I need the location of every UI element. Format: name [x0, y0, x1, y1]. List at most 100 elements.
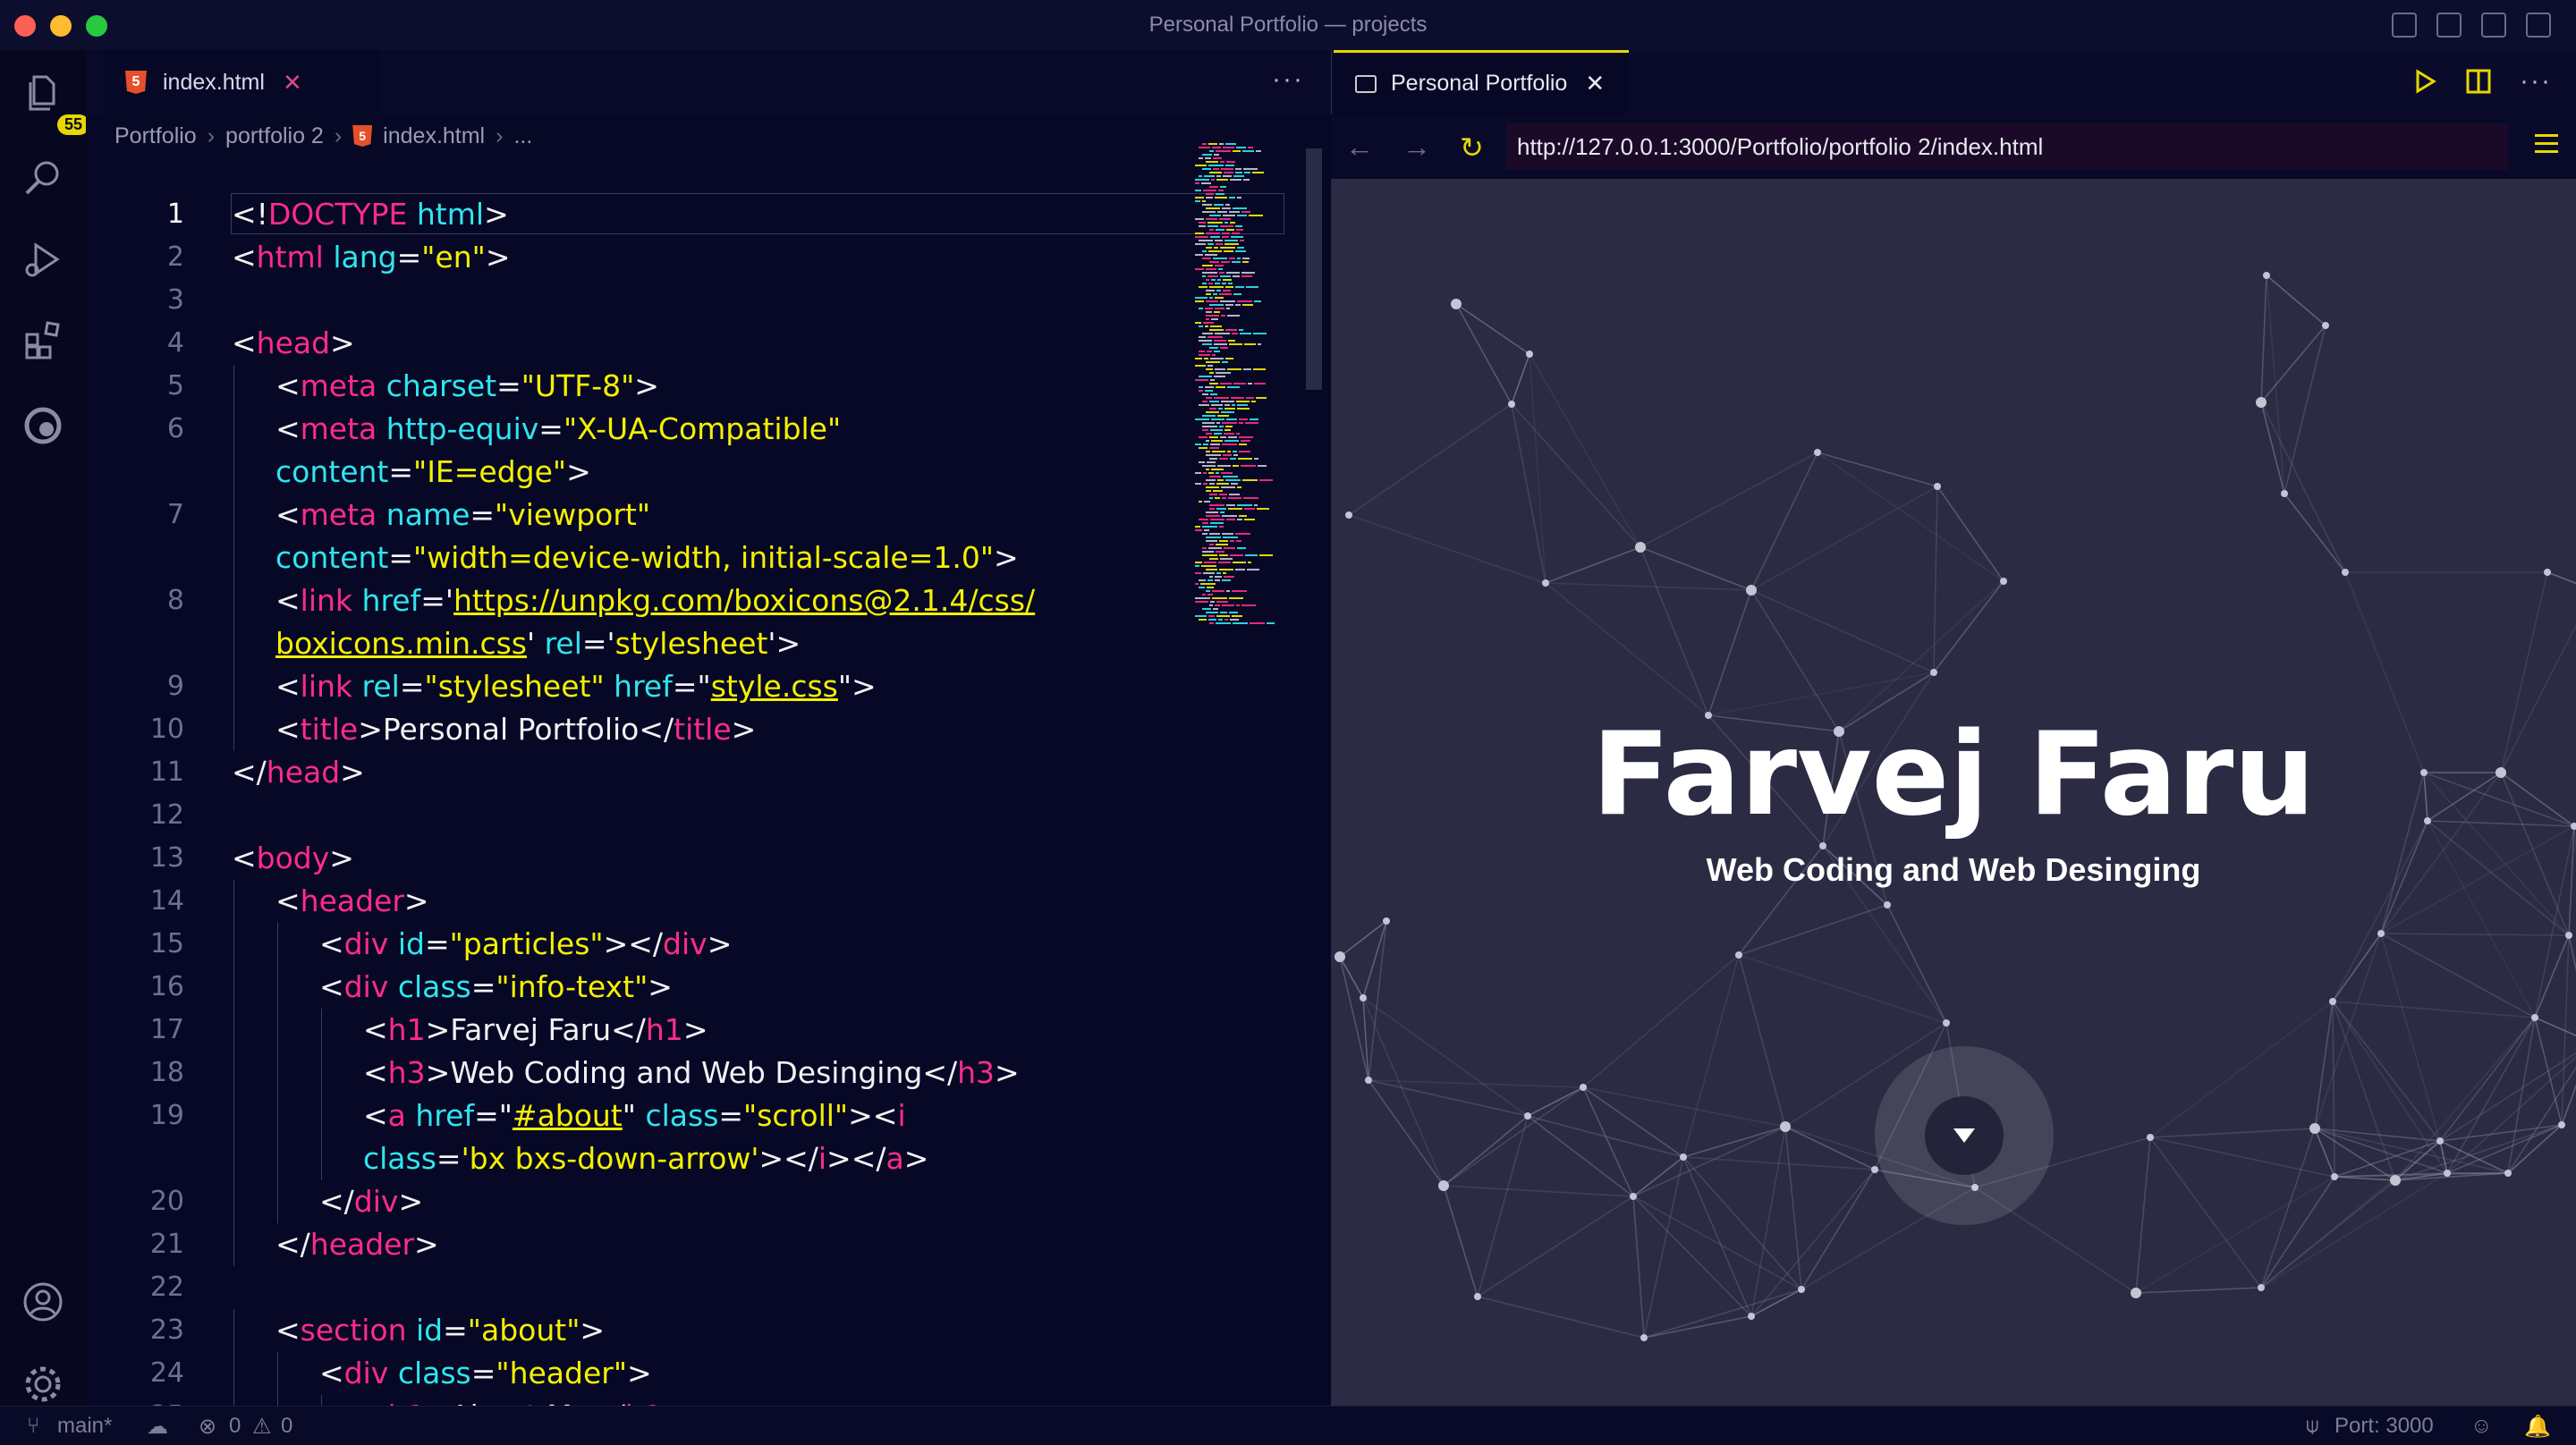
code-line[interactable]: 17 <h1>Farvej Faru</h1> — [86, 1009, 1195, 1052]
code-line[interactable]: class='bx bxs-down-arrow'></i></a> — [86, 1137, 1195, 1180]
error-count[interactable]: 0 — [229, 1414, 241, 1439]
breadcrumb: Portfolio › portfolio 2 › 5 index.html ›… — [114, 118, 532, 154]
code-line[interactable]: 19 <a href="#about" class="scroll"><i — [86, 1094, 1195, 1137]
hamburger-menu-icon[interactable] — [2535, 134, 2558, 158]
minimap-line — [1225, 426, 1233, 427]
browser-tab-label: Personal Portfolio — [1391, 71, 1568, 96]
code-line[interactable]: content="width=device-width, initial-sca… — [86, 537, 1195, 579]
code-line[interactable]: 15 <div id="particles"></div> — [86, 923, 1195, 966]
minimap-line — [1209, 483, 1215, 485]
sync-cloud-icon[interactable]: ☁ — [147, 1414, 168, 1440]
code-line[interactable]: boxicons.min.css' rel='stylesheet'> — [86, 622, 1195, 665]
code-line[interactable]: 24 <div class="header"> — [86, 1352, 1195, 1395]
code-line[interactable]: 18 <h3>Web Coding and Web Desinging</h3> — [86, 1052, 1195, 1094]
toggle-panel-icon[interactable] — [2436, 13, 2462, 38]
minimap-line — [1225, 204, 1230, 206]
code-line[interactable]: 7 <meta name="viewport" — [86, 494, 1195, 537]
minimap-line — [1206, 268, 1216, 270]
code-line[interactable]: 6 <meta http-equiv="X-UA-Compatible" — [86, 408, 1195, 451]
explorer-icon[interactable]: 55 — [21, 72, 90, 135]
editor-scrollbar[interactable] — [1306, 148, 1322, 390]
notifications-bell-icon[interactable]: 🔔 — [2524, 1414, 2551, 1440]
code-line[interactable]: 13 <body> — [86, 837, 1195, 880]
minimap-line — [1239, 329, 1243, 331]
code-line[interactable]: 11 </head> — [86, 751, 1195, 794]
tab-personal-portfolio[interactable]: Personal Portfolio ✕ — [1334, 50, 1629, 114]
minimap-line — [1210, 325, 1222, 327]
minimap-line — [1212, 147, 1221, 148]
extensions-icon[interactable] — [21, 318, 64, 361]
errors-icon[interactable]: ⊗ — [199, 1414, 216, 1440]
tab-index-html[interactable]: 5 index.html ✕ — [104, 50, 381, 114]
reload-icon[interactable]: ↻ — [1460, 131, 1484, 165]
branch-name[interactable]: main* — [57, 1414, 112, 1439]
minimap-line — [1215, 265, 1224, 266]
code-line[interactable]: 10 <title>Personal Portfolio</title> — [86, 708, 1195, 751]
settings-gear-icon[interactable] — [21, 1363, 64, 1406]
minimap-line — [1249, 215, 1263, 216]
code-line[interactable]: 16 <div class="info-text"> — [86, 966, 1195, 1009]
close-tab-icon[interactable]: ✕ — [283, 69, 302, 97]
indent-guide — [233, 365, 234, 408]
code-line[interactable]: 2 <html lang="en"> — [86, 236, 1195, 279]
address-input[interactable]: http://127.0.0.1:3000/Portfolio/portfoli… — [1506, 123, 2508, 170]
scroll-down-arrow-button[interactable] — [1925, 1096, 2004, 1175]
breadcrumb-item[interactable]: index.html — [383, 123, 485, 149]
split-editor-icon[interactable] — [2466, 69, 2491, 94]
edge-devtools-icon[interactable] — [21, 404, 64, 447]
more-actions-icon[interactable]: ··· — [2520, 66, 2552, 97]
code-line[interactable]: 1 <!DOCTYPE html> — [86, 193, 1284, 236]
code-line[interactable]: 5 <meta charset="UTF-8"> — [86, 365, 1195, 408]
code-line[interactable]: 4 <head> — [86, 322, 1195, 365]
minimap-line — [1225, 329, 1237, 331]
close-tab-icon[interactable]: ✕ — [1585, 70, 1605, 97]
code-line[interactable]: 20 </div> — [86, 1180, 1195, 1223]
minimap-line — [1217, 415, 1229, 417]
minimap-line — [1212, 590, 1224, 592]
code-area[interactable]: 1 <!DOCTYPE html> 2 <html lang="en"> 3 4 <head… — [86, 193, 1284, 1438]
code-line[interactable]: content="IE=edge"> — [86, 451, 1195, 494]
minimap-line — [1230, 554, 1243, 556]
minimap-line — [1244, 343, 1256, 345]
minimap-line — [1219, 526, 1224, 528]
minimap-line — [1214, 311, 1220, 313]
warning-count[interactable]: 0 — [281, 1414, 292, 1439]
particle-link — [1455, 303, 1513, 405]
code-line[interactable]: 22 — [86, 1266, 1195, 1309]
toggle-sidebar-icon[interactable] — [2392, 13, 2417, 38]
breadcrumb-item[interactable]: Portfolio — [114, 123, 197, 149]
code-line[interactable]: 9 <link rel="stylesheet" href="style.css"… — [86, 665, 1195, 708]
minimap-line — [1210, 522, 1224, 524]
explorer-badge: 55 — [57, 114, 90, 135]
customize-layout-icon[interactable] — [2526, 13, 2551, 38]
search-icon[interactable] — [21, 157, 64, 200]
code-line[interactable]: 8 <link href='https://unpkg.com/boxicons@… — [86, 579, 1195, 622]
indent-guide — [277, 1352, 278, 1395]
breadcrumb-item[interactable]: portfolio 2 — [225, 123, 324, 149]
code-line[interactable]: 14 <header> — [86, 880, 1195, 923]
feedback-icon[interactable]: ☺ — [2470, 1414, 2493, 1439]
run-debug-icon[interactable] — [21, 238, 64, 281]
run-icon[interactable] — [2414, 69, 2437, 94]
particle-dot — [2436, 1137, 2444, 1145]
code-line[interactable]: 21 </header> — [86, 1223, 1195, 1266]
toggle-secondary-sidebar-icon[interactable] — [2481, 13, 2506, 38]
minimap-line — [1224, 404, 1230, 406]
code-line[interactable]: 12 — [86, 794, 1195, 837]
more-actions-icon[interactable]: ··· — [1272, 64, 1304, 95]
minimap-line — [1209, 447, 1219, 449]
port-indicator[interactable]: Port: 3000 — [2334, 1414, 2434, 1439]
branch-icon[interactable]: ⑂ — [27, 1414, 39, 1439]
minimap[interactable] — [1191, 143, 1281, 644]
code-token: "viewport" — [495, 497, 651, 532]
warnings-icon[interactable]: ⚠ — [252, 1414, 272, 1440]
breadcrumb-item[interactable]: ... — [513, 123, 532, 149]
code-line[interactable]: 3 — [86, 279, 1195, 322]
forward-arrow-icon[interactable]: → — [1402, 131, 1431, 164]
account-icon[interactable] — [21, 1280, 64, 1323]
code-line[interactable]: 23 <section id="about"> — [86, 1309, 1195, 1352]
minimap-line — [1206, 590, 1210, 592]
port-icon[interactable]: ⍦ — [2306, 1414, 2318, 1439]
back-arrow-icon[interactable]: ← — [1345, 131, 1374, 164]
minimap-line — [1208, 243, 1214, 245]
